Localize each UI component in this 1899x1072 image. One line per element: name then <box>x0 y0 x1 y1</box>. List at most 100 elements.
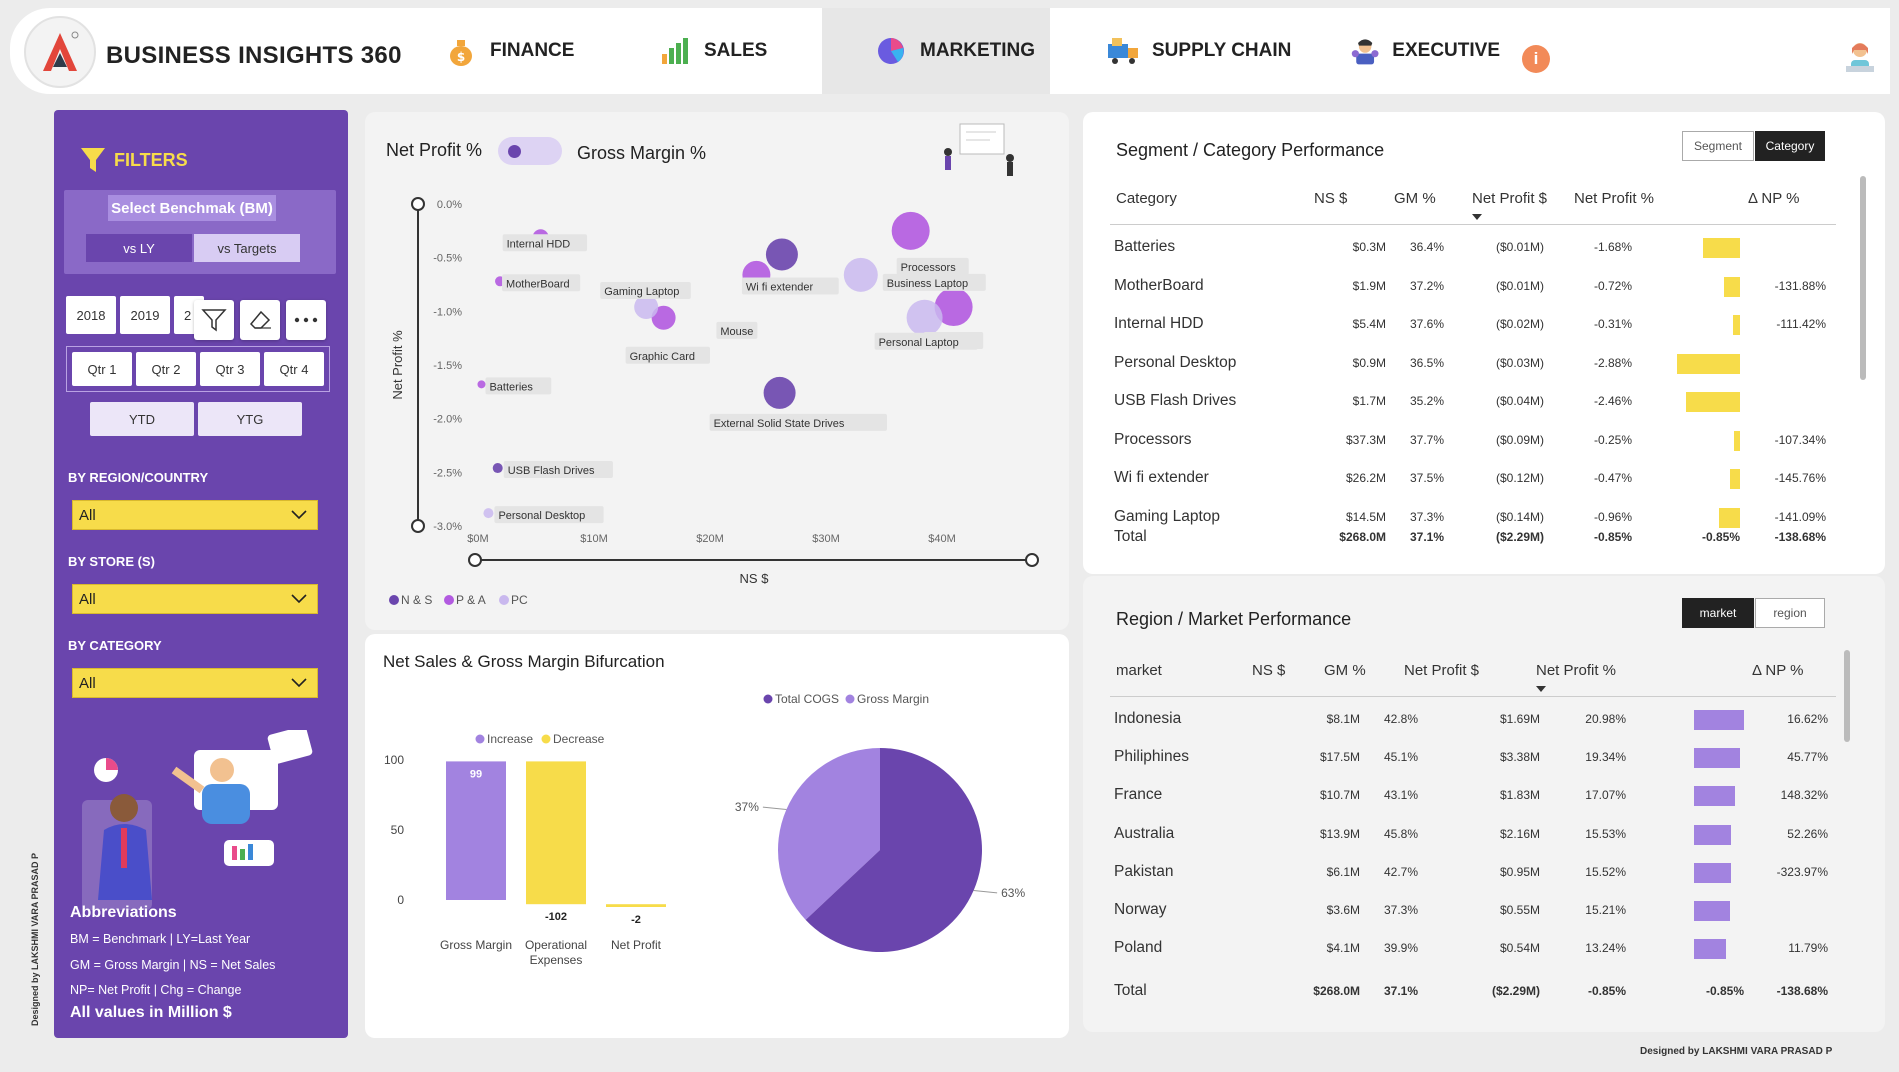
cell-net-profit: ($0.09M) <box>1495 432 1544 447</box>
legend-marker <box>475 734 485 744</box>
year-2019-button[interactable]: 2019 <box>120 296 170 334</box>
cell-gm: 37.7% <box>1409 432 1444 447</box>
net-profit-bar <box>1694 901 1731 921</box>
bm-option-vs-ly[interactable]: vs LY <box>86 234 192 262</box>
sort-descending-icon[interactable] <box>1472 214 1482 220</box>
logo-icon[interactable] <box>24 16 96 88</box>
waterfall-bar <box>446 761 506 900</box>
nav-tab-label: SALES <box>704 40 768 61</box>
legend-marker <box>499 595 509 605</box>
y-tick-label: 100 <box>384 753 404 767</box>
region-market-title: Region / Market Performance <box>1116 609 1352 629</box>
chevron-down-icon <box>291 678 307 688</box>
qtr-1-button[interactable]: Qtr 1 <box>72 352 132 386</box>
cell-net-profit-pct: 19.34% <box>1585 750 1626 765</box>
net-profit-bar <box>1694 748 1741 769</box>
segment-category-table: Category NS $ GM % Net Profit $ Net Profit %… <box>1110 178 1836 558</box>
year-2018-button[interactable]: 2018 <box>66 296 116 334</box>
x-axis-label: NS $ <box>740 571 770 586</box>
market-button[interactable]: market <box>1682 598 1754 628</box>
cell-gm: 36.5% <box>1409 355 1444 370</box>
vertical-designer-credit: Designed by LAKSHMI VARA PRASAD P <box>30 852 40 1026</box>
y-tick-label: -1.5% <box>433 360 462 372</box>
region-button[interactable]: region <box>1755 598 1825 628</box>
scatter-point <box>763 376 796 409</box>
cell-net-profit-pct: 13.24% <box>1585 941 1626 956</box>
header-divider <box>1110 224 1836 225</box>
info-icon[interactable]: i <box>1522 45 1550 73</box>
user-icon[interactable] <box>1842 38 1878 74</box>
cell-delta-np: 45.77% <box>1787 750 1828 765</box>
abbreviation-line: NP= Net Profit | Chg = Change <box>70 983 242 997</box>
cell-ns: $13.9M <box>1319 826 1360 841</box>
region-dropdown-value: All <box>79 506 96 524</box>
y-axis-label: Net Profit % <box>390 330 405 400</box>
cell-net-profit-pct: -0.72% <box>1593 278 1632 293</box>
cell-gm: 42.8% <box>1383 712 1418 726</box>
net-profit-bar <box>1703 238 1740 258</box>
cell-net-profit-pct: 15.21% <box>1585 903 1626 917</box>
bifurcation-title: Net Sales & Gross Margin Bifurcation <box>383 652 665 671</box>
executive-icon <box>1351 39 1379 65</box>
cell-net-profit: ($0.01M) <box>1495 240 1544 254</box>
metric-toggle[interactable] <box>498 137 562 165</box>
legend-label: Increase <box>487 732 533 746</box>
segment-button[interactable]: Segment <box>1682 131 1754 161</box>
category-button[interactable]: Category <box>1755 131 1825 161</box>
cell-net-profit-pct: 17.07% <box>1585 788 1626 803</box>
nav-tab-label: MARKETING <box>920 40 1036 61</box>
cell-gm: 37.2% <box>1409 278 1444 293</box>
point-label: Personal Laptop <box>879 337 959 349</box>
region-market-table: market NS $ GM % Net Profit $ Net Profit % Δ … <box>1110 650 1836 1010</box>
more-options-icon[interactable] <box>286 300 326 340</box>
category-dropdown[interactable]: All <box>72 668 318 698</box>
cell-gm: 37.3% <box>1383 903 1418 917</box>
table-row-label: USB Flash Drives <box>1114 392 1237 409</box>
legend-label: Decrease <box>553 732 605 746</box>
store-filter-label: BY STORE (S) <box>68 554 155 569</box>
bar-data-label: -102 <box>545 911 567 923</box>
nav-tab-supply-chain[interactable]: SUPPLY CHAIN <box>1106 8 1296 94</box>
eraser-icon[interactable] <box>240 300 280 340</box>
qtr-3-button[interactable]: Qtr 3 <box>200 352 260 386</box>
nav-tab-executive[interactable]: EXECUTIVE <box>1350 8 1500 94</box>
y-tick-label: 0.0% <box>437 199 462 211</box>
cell-net-profit: $3.38M <box>1499 750 1540 765</box>
cell-net-profit: $2.16M <box>1499 826 1540 841</box>
y-axis-slider-handle <box>411 197 425 211</box>
point-label: Gaming Laptop <box>604 286 679 298</box>
cell-net-profit: $0.54M <box>1499 941 1540 956</box>
cell-ns: $5.4M <box>1352 317 1386 331</box>
cell-gm: 37.3% <box>1409 509 1444 524</box>
qtr-4-button[interactable]: Qtr 4 <box>264 352 324 386</box>
table-row-label: Gaming Laptop <box>1114 507 1220 525</box>
region-table-scrollbar[interactable] <box>1844 650 1850 742</box>
nav-tab-sales[interactable]: SALES <box>658 8 788 94</box>
point-label: Processors <box>901 262 957 274</box>
column-header: Net Profit % <box>1574 190 1655 207</box>
qtr-2-button[interactable]: Qtr 2 <box>136 352 196 386</box>
ytd-button[interactable]: YTD <box>90 402 194 436</box>
bm-option-vs-targets[interactable]: vs Targets <box>194 234 300 262</box>
store-dropdown[interactable]: All <box>72 584 318 614</box>
visual-header-toolbar <box>194 300 326 340</box>
legend-marker <box>444 595 454 605</box>
region-dropdown[interactable]: All <box>72 500 318 530</box>
legend-label: Total COGS <box>775 692 839 706</box>
column-header: Δ NP % <box>1752 662 1804 679</box>
cell-ns: $10.7M <box>1319 788 1360 803</box>
legend-marker <box>389 595 399 605</box>
nav-tab-finance[interactable]: $ FINANCE <box>444 8 594 94</box>
table-row-label: Philiphines <box>1114 748 1189 766</box>
cell-ns: $6.1M <box>1326 864 1360 879</box>
point-label: Business Laptop <box>887 278 968 290</box>
segment-table-scrollbar[interactable] <box>1860 176 1866 380</box>
filter-icon[interactable] <box>194 300 234 340</box>
cell-gm: 37.5% <box>1409 471 1444 485</box>
ytg-button[interactable]: YTG <box>198 402 302 436</box>
cell-gm: 42.7% <box>1383 864 1418 879</box>
sort-descending-icon[interactable] <box>1536 686 1546 692</box>
pie-leader-line <box>973 890 998 894</box>
point-label: Personal Desktop <box>498 510 585 522</box>
nav-tab-marketing[interactable]: MARKETING <box>822 8 1050 94</box>
